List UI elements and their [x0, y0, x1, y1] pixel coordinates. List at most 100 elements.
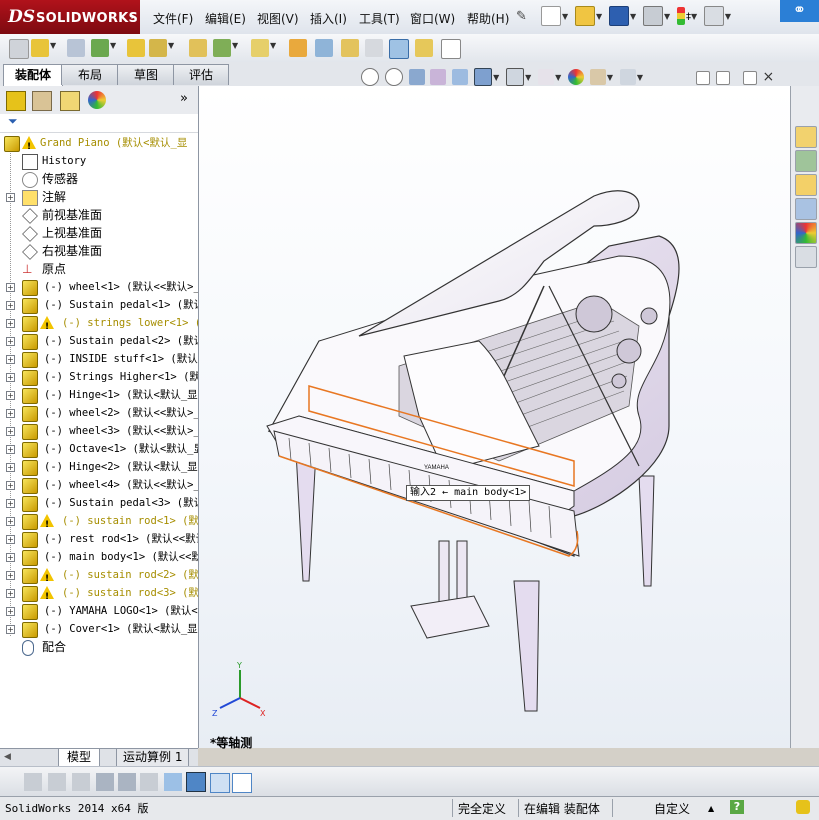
- tree-item[interactable]: 配合: [0, 638, 198, 656]
- print-icon[interactable]: [642, 6, 663, 26]
- tree-item[interactable]: + (-) wheel<3> (默认<<默认>_: [0, 422, 198, 440]
- open-folder-icon[interactable]: [574, 6, 595, 26]
- chevron-down-icon[interactable]: ▼: [555, 73, 561, 82]
- smart-fasteners-icon[interactable]: [127, 39, 145, 57]
- view-settings-icon[interactable]: [619, 69, 636, 85]
- tree-item[interactable]: + (-) Sustain pedal<2> (默认: [0, 332, 198, 350]
- display-manager-tab-icon[interactable]: [88, 91, 106, 109]
- expand-icon[interactable]: +: [6, 607, 15, 616]
- insert-component-icon[interactable]: [9, 39, 29, 59]
- chevron-down-icon[interactable]: ▼: [607, 73, 613, 82]
- tree-item[interactable]: + (-) YAMAHA LOGO<1> (默认<: [0, 602, 198, 620]
- menu-tools[interactable]: 工具(T): [359, 10, 400, 27]
- chevron-down-icon[interactable]: ▼: [562, 12, 568, 21]
- chevron-down-icon[interactable]: ▼: [270, 41, 276, 50]
- edit-appearance-icon[interactable]: [568, 69, 585, 85]
- chevron-down-icon[interactable]: ▼: [50, 41, 56, 50]
- tab-sketch[interactable]: 草图: [117, 64, 175, 85]
- file-explorer-icon[interactable]: [795, 174, 817, 196]
- menu-window[interactable]: 窗口(W): [410, 10, 455, 27]
- scroll-left-icon[interactable]: ◀: [4, 752, 11, 762]
- tree-item[interactable]: + (-) main body<1> (默认<<默: [0, 548, 198, 566]
- configuration-manager-tab-icon[interactable]: [60, 91, 80, 111]
- new-document-icon[interactable]: [541, 6, 561, 26]
- solidworks-resources-icon[interactable]: [795, 126, 817, 148]
- expand-icon[interactable]: +: [6, 553, 15, 562]
- chart-icon[interactable]: [164, 773, 182, 791]
- section-view-icon[interactable]: [430, 69, 447, 85]
- previous-view-icon[interactable]: [408, 69, 425, 85]
- link-views-icon[interactable]: [715, 70, 730, 85]
- expand-icon[interactable]: +: [6, 355, 15, 364]
- expand-icon[interactable]: +: [6, 589, 15, 598]
- expand-icon[interactable]: +: [6, 337, 15, 346]
- expand-icon[interactable]: +: [6, 481, 15, 490]
- tree-item[interactable]: + (-) Sustain pedal<3> (默认: [0, 494, 198, 512]
- hidden-lines-icon[interactable]: [48, 773, 66, 791]
- menu-insert[interactable]: 插入(I): [310, 10, 347, 27]
- options-icon[interactable]: [703, 6, 724, 26]
- restore-window-icon[interactable]: [742, 70, 757, 85]
- chevron-down-icon[interactable]: ▼: [664, 12, 670, 21]
- panel-more-icon[interactable]: »: [180, 91, 188, 106]
- hide-show-items-icon[interactable]: [538, 69, 555, 85]
- expand-icon[interactable]: +: [6, 499, 15, 508]
- new-motion-study-icon[interactable]: [289, 39, 307, 57]
- tree-item[interactable]: + (-) INSIDE stuff<1> (默认: [0, 350, 198, 368]
- tab-evaluate[interactable]: 评估: [173, 64, 229, 85]
- custom-properties-icon[interactable]: [795, 246, 817, 268]
- expand-icon[interactable]: +: [6, 319, 15, 328]
- assembly-features-icon[interactable]: [213, 39, 231, 57]
- chevron-up-icon[interactable]: ▲: [708, 804, 714, 813]
- menu-help[interactable]: 帮助(H): [467, 10, 509, 27]
- mate-icon[interactable]: [67, 39, 85, 57]
- design-library-icon[interactable]: [795, 150, 817, 172]
- graphics-area[interactable]: YAMAHA: [199, 86, 790, 748]
- split-view-icon[interactable]: [696, 70, 710, 85]
- expand-icon[interactable]: +: [6, 517, 15, 526]
- front-view-icon[interactable]: [210, 773, 230, 793]
- pin-icon[interactable]: ✎: [516, 9, 527, 24]
- tab-assembly[interactable]: 装配体: [3, 64, 63, 86]
- reference-geometry-icon[interactable]: [251, 39, 269, 57]
- tree-item[interactable]: + (-) Cover<1> (默认<默认_显: [0, 620, 198, 638]
- tab-layout[interactable]: 布局: [61, 64, 119, 85]
- isometric-view-icon[interactable]: [186, 772, 206, 792]
- expand-icon[interactable]: +: [6, 445, 15, 454]
- shaded-icon[interactable]: [24, 773, 42, 791]
- expand-icon[interactable]: +: [6, 535, 15, 544]
- tree-item[interactable]: + (-) Octave<1> (默认<默认_显: [0, 440, 198, 458]
- tree-root-assembly[interactable]: Grand Piano (默认<默认_显: [0, 134, 198, 156]
- wireframe-icon[interactable]: [72, 773, 90, 791]
- tree-item[interactable]: 传感器: [0, 170, 198, 188]
- exploded-view-icon[interactable]: [341, 39, 359, 57]
- property-manager-tab-icon[interactable]: [32, 91, 52, 111]
- move-component-icon[interactable]: [149, 39, 167, 57]
- appearances-icon[interactable]: [795, 222, 817, 244]
- tree-item[interactable]: ⊥ 原点: [0, 260, 198, 278]
- rebuild-traffic-light-icon[interactable]: [676, 7, 685, 25]
- expand-icon[interactable]: +: [6, 373, 15, 382]
- expand-icon[interactable]: +: [6, 409, 15, 418]
- expand-icon[interactable]: +: [6, 427, 15, 436]
- expand-icon[interactable]: +: [6, 463, 15, 472]
- zoom-to-fit-icon[interactable]: [361, 68, 379, 86]
- chevron-down-icon[interactable]: ▼: [630, 12, 636, 21]
- view-orientation-icon[interactable]: [474, 68, 493, 86]
- view-palette-icon[interactable]: [795, 198, 817, 220]
- expand-icon[interactable]: +: [6, 301, 15, 310]
- tree-item[interactable]: + (-) wheel<4> (默认<<默认>_: [0, 476, 198, 494]
- expand-icon[interactable]: +: [6, 193, 15, 202]
- units-selector[interactable]: 自定义: [654, 800, 690, 817]
- tab-motion-study[interactable]: 运动算例 1: [116, 749, 190, 767]
- feature-manager-tab-icon[interactable]: [6, 91, 26, 111]
- chevron-down-icon[interactable]: ▼: [725, 12, 731, 21]
- top-view-icon[interactable]: [232, 773, 252, 793]
- help-icon[interactable]: ?: [730, 800, 744, 814]
- tree-item[interactable]: 前视基准面: [0, 206, 198, 224]
- save-icon[interactable]: [608, 6, 629, 26]
- tree-item[interactable]: 右视基准面: [0, 242, 198, 260]
- tree-item[interactable]: + (-) strings lower<1> (: [0, 314, 198, 336]
- tree-item[interactable]: + 注解: [0, 188, 198, 206]
- tree-item[interactable]: + (-) Strings Higher<1> (默: [0, 368, 198, 386]
